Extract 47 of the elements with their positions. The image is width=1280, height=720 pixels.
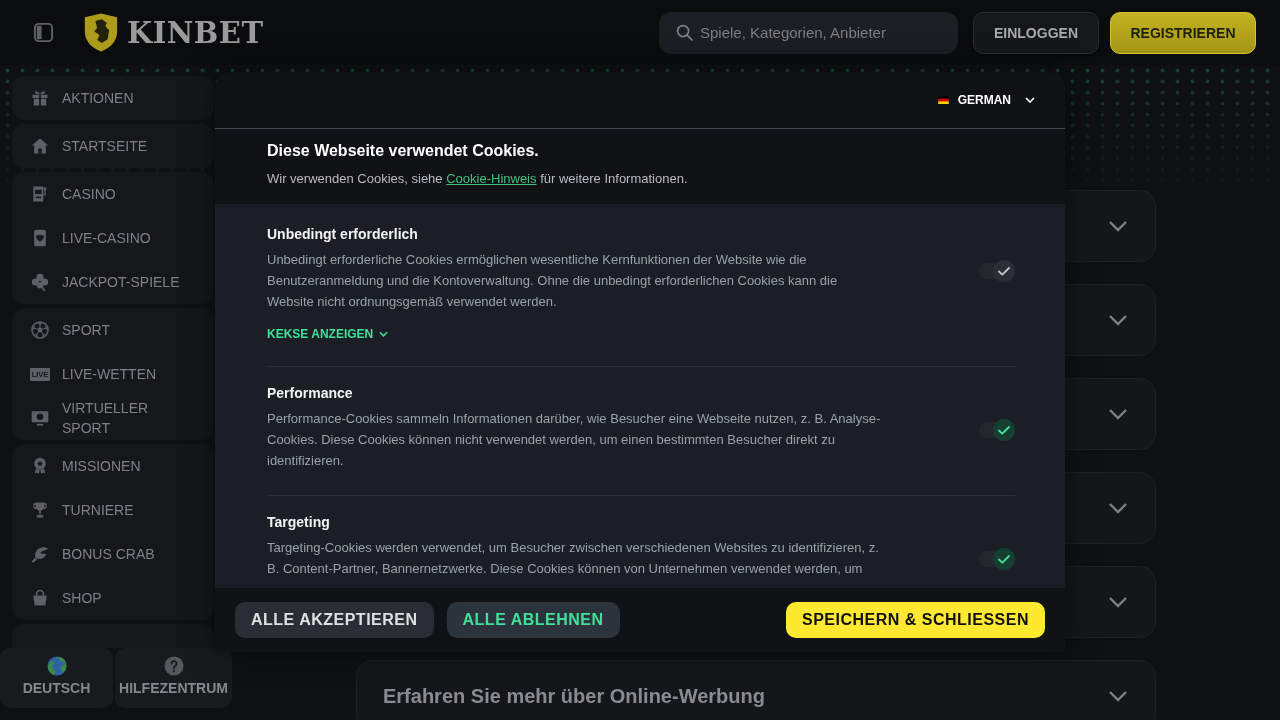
accordion-card[interactable]: Erfahren Sie mehr über Online-Werbung: [356, 660, 1156, 720]
sidebar-item[interactable]: LIVE-CASINO: [12, 216, 214, 260]
category-description: Performance-Cookies sammeln Informationen darüber, wie Besucher eine Webseite nutzen, z. B. Analyse-Cookies. Diese Cookies können nicht verwendet werden, um einen bestimmten Besucher direkt zu identifizieren.: [267, 410, 882, 470]
house-icon: [30, 136, 50, 156]
flag-icon: [937, 96, 949, 104]
sidebar-item[interactable]: BONUS CRAB: [12, 532, 214, 576]
claw-icon: [30, 544, 50, 564]
toggle-switch[interactable]: [979, 419, 1015, 441]
shield-logo-icon: [82, 12, 120, 53]
reject-all-button[interactable]: ALLE ABLEHNEN: [446, 602, 620, 638]
search-icon: [676, 24, 693, 41]
sidebar-item[interactable]: JACKPOT-SPIELE: [12, 260, 214, 304]
login-button[interactable]: EINLOGGEN: [973, 11, 1099, 54]
search-field[interactable]: Spiele, Kategorien, Anbieter: [659, 11, 958, 54]
accept-all-button[interactable]: ALLE AKZEPTIEREN: [235, 602, 434, 638]
sidebar-item[interactable]: SHOP: [12, 576, 214, 620]
category-description: Targeting-Cookies werden verwendet, um Besucher zwischen verschiedenen Websites zu identifizieren, z. B. Content-Partner, Bannernetzwerke. Diese Cookies können von Unternehmen verwendet werden, um: [267, 539, 880, 578]
sidebar-item[interactable]: MISSIONEN: [12, 444, 214, 488]
register-button[interactable]: REGISTRIEREN: [1110, 11, 1256, 54]
sidebar-item[interactable]: STARTSEITE: [12, 124, 214, 168]
dialog-title: Diese Webseite verwendet Cookies.: [267, 141, 540, 160]
sidebar-item[interactable]: CASINO: [12, 172, 214, 216]
language-selector[interactable]: GERMAN: [937, 93, 1035, 107]
sidebar-item[interactable]: TURNIERE: [12, 488, 214, 532]
toggle-switch[interactable]: [979, 548, 1015, 570]
category-title: Performance: [267, 384, 354, 402]
globe-icon: [46, 656, 67, 676]
category-title: Unbedingt erforderlich: [267, 225, 419, 243]
clover-icon: [30, 272, 50, 292]
sidebar-item[interactable]: SPORT: [12, 308, 214, 352]
soccer-ball-icon: [30, 320, 50, 340]
trophy-icon: [30, 500, 50, 520]
sidebar-item[interactable]: VIRTUELLER SPORT: [12, 396, 214, 440]
category-description: Unbedingt erforderliche Cookies ermöglichen wesentliche Kernfunktionen der Website wie die Benutzeranmeldung und die Kontoverwaltung. Ohne die unbedingt erforderlichen Cookies kann die Website nicht ordnungsgemäß verwendet werden.: [267, 251, 839, 311]
sidebar-toggle-icon[interactable]: [32, 21, 55, 44]
help-center-button[interactable]: HILFEZENTRUM: [115, 648, 232, 708]
logo-text: KINBET: [127, 15, 264, 50]
intro-text: Wir verwenden Cookies, siehe Cookie-Hinweis für weitere Informationen.: [267, 170, 689, 188]
help-icon: [163, 656, 184, 676]
shopping-bag-icon: [30, 588, 50, 608]
gift-icon: [30, 88, 50, 108]
monitor-ball-icon: [30, 408, 50, 428]
cookie-notice-link[interactable]: Cookie-Hinweis: [446, 171, 537, 186]
save-and-close-button[interactable]: SPEICHERN & SCHLIESSEN: [785, 602, 1045, 638]
language-button[interactable]: DEUTSCH: [0, 648, 113, 708]
sidebar-item[interactable]: AKTIONEN: [12, 76, 214, 120]
category-title: Targeting: [267, 513, 331, 531]
